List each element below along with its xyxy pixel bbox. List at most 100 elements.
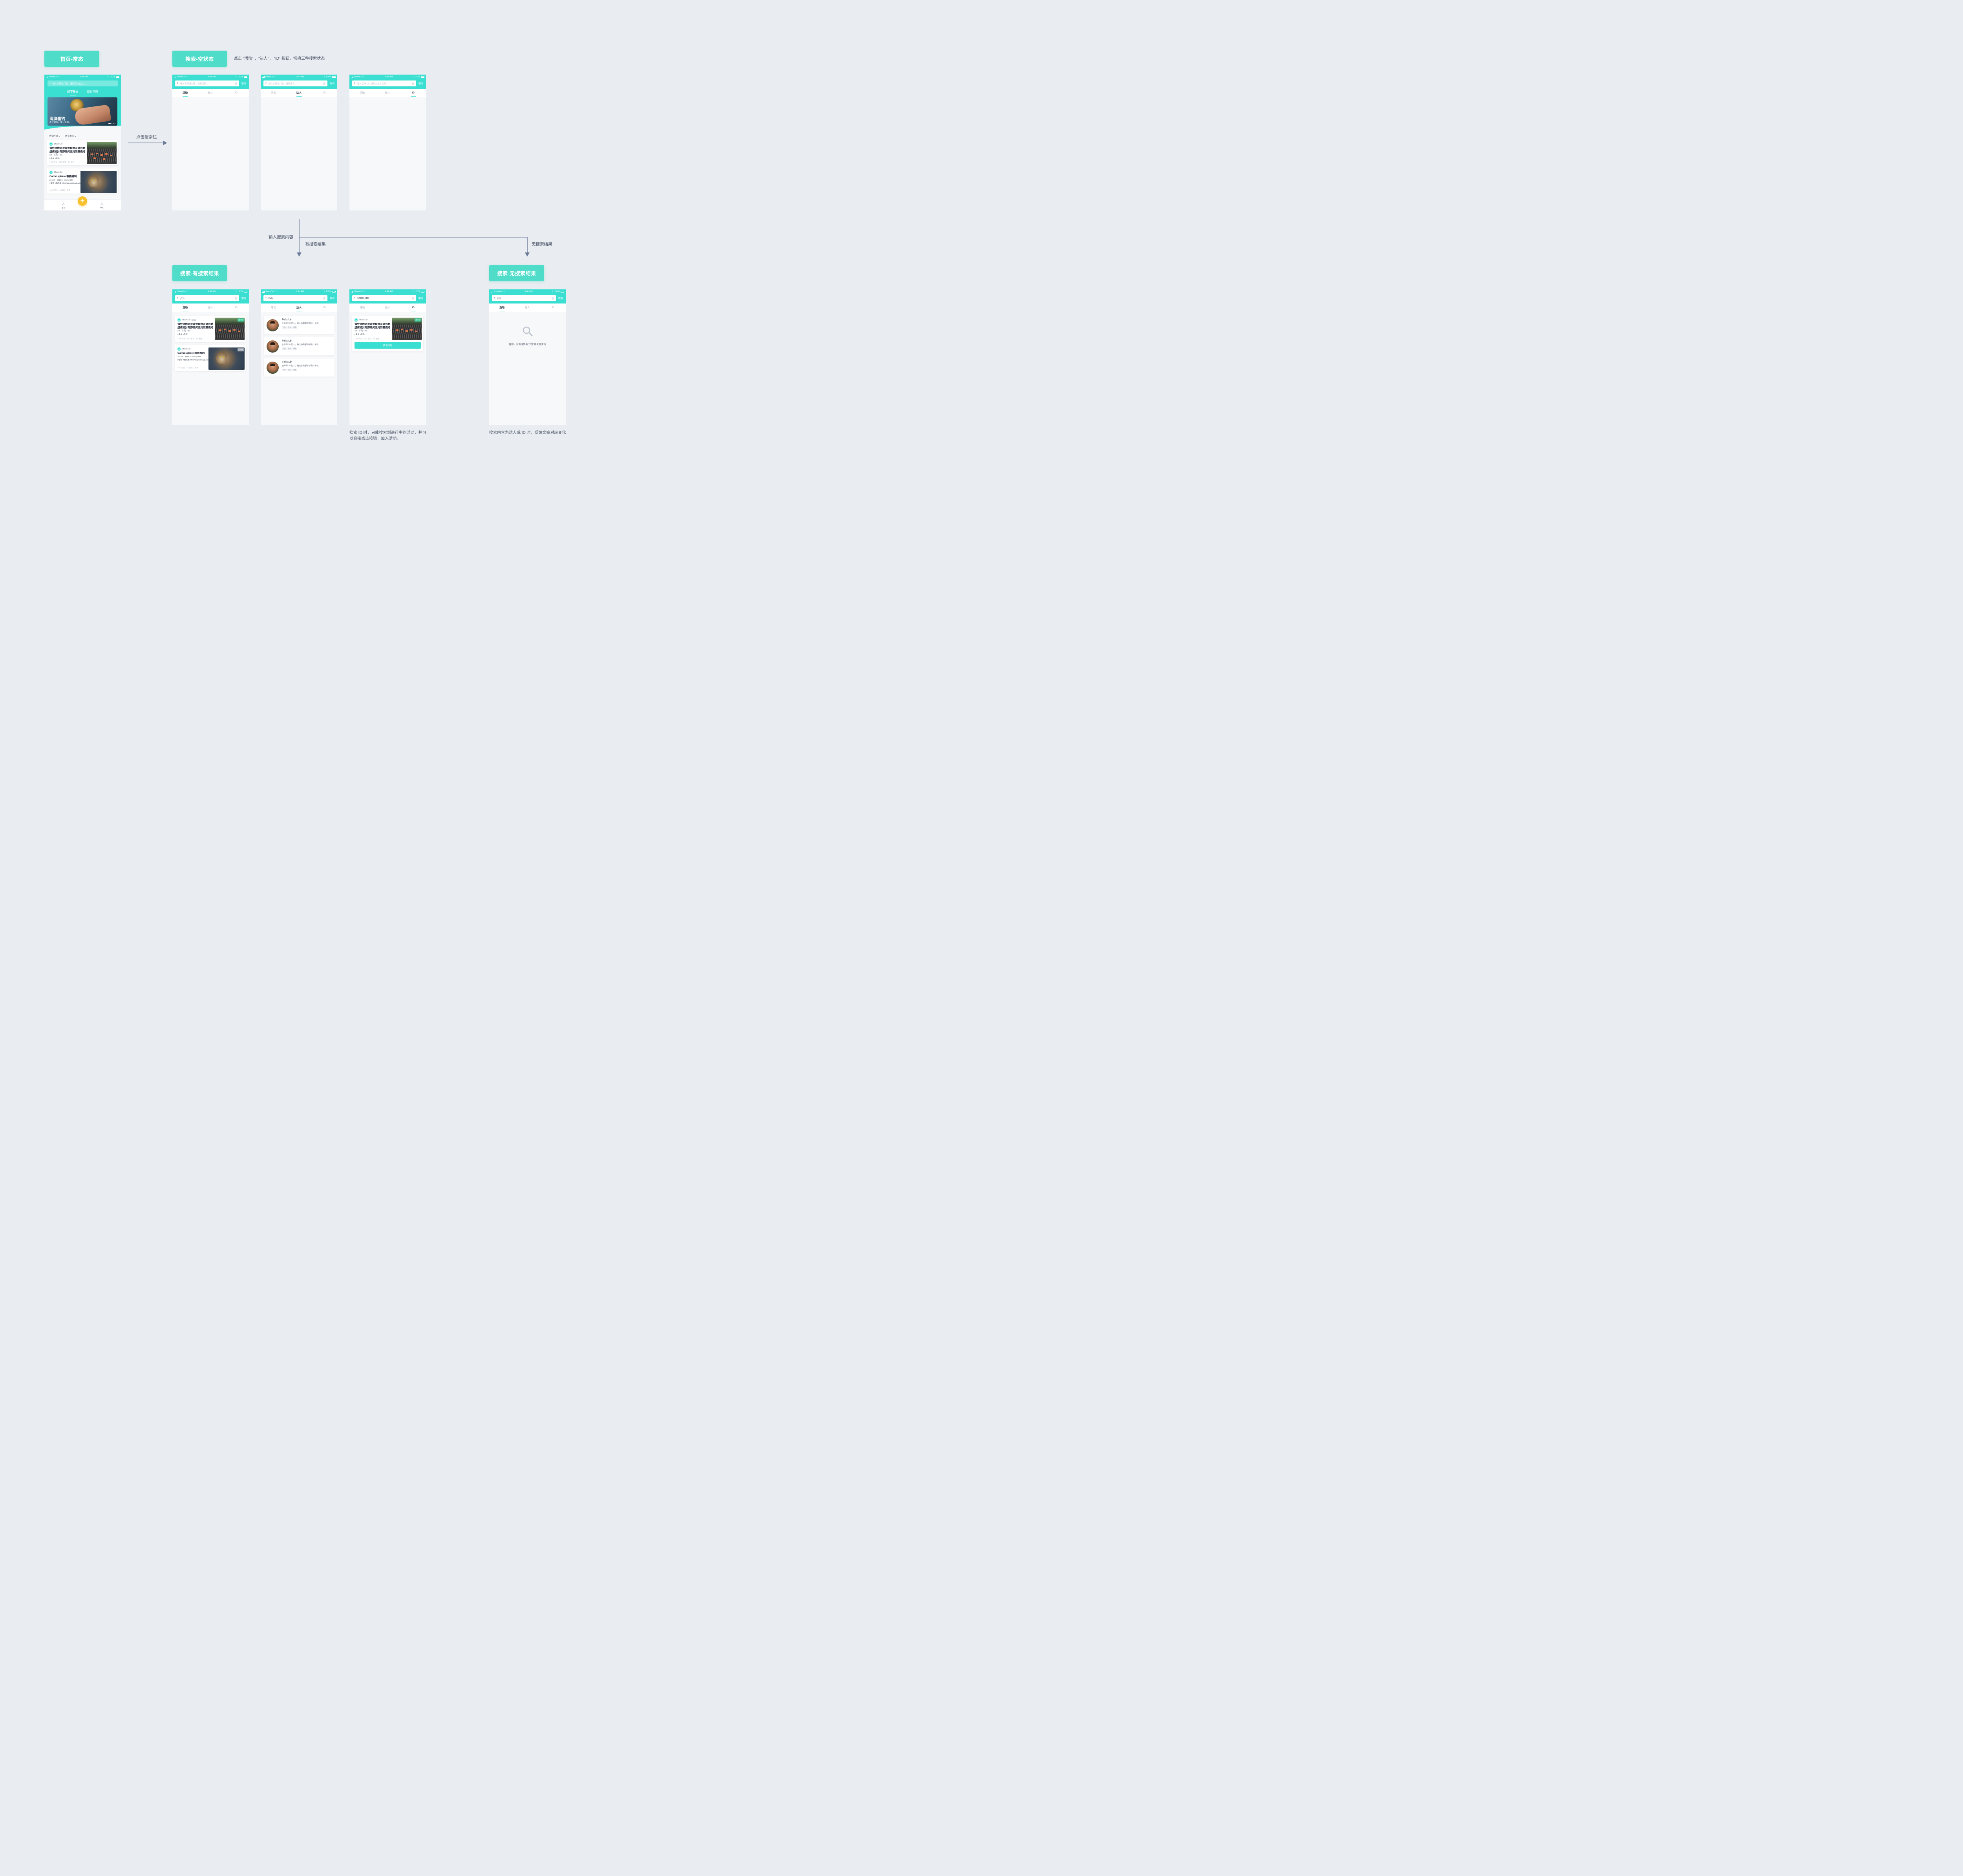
screen-search-empty-id: ShareGo ◠ 9:41 AM ᛒ 100% ⌕ 输入活动 ID，搜索并加入活动...… xyxy=(349,75,426,210)
cancel-button[interactable]: 取消 xyxy=(419,82,423,85)
wifi-icon: ◠ xyxy=(503,291,505,293)
tab-review[interactable]: 精彩回顾 xyxy=(87,90,98,95)
cancel-button[interactable]: 取消 xyxy=(241,296,246,300)
hero-subtitle: 老少咸宜，夏日之选。 xyxy=(49,121,71,124)
person-card[interactable]: Felix Lin 全世界 70 亿人，绝大多数都不够我一半劲。 户外 社交 摄影 xyxy=(264,358,334,377)
status-badge: 进行中 xyxy=(415,318,421,322)
tab-id[interactable]: ID xyxy=(400,89,426,97)
tab-person[interactable]: 达人 xyxy=(286,89,312,97)
search-input[interactable]: ⌕ 输入名称或兴趣，搜索活动... × xyxy=(175,80,239,86)
wifi-icon: ◠ xyxy=(186,76,188,78)
search-tabs: 活动 达人 ID xyxy=(172,304,249,312)
screen-results-id: ShareGo ◠ 9:41 AM ᛒ 100% ⌕ 1298156451 × 取消 活动 达人… xyxy=(349,289,426,425)
tab-id[interactable]: ID xyxy=(312,304,337,312)
search-bar[interactable]: ⌕ 输入名称或兴趣，搜索活动或达人... xyxy=(48,80,118,86)
clear-icon[interactable]: × xyxy=(551,297,554,300)
home-tabs: 时下热点 精彩回顾 xyxy=(44,90,121,95)
status-badge: 进行中 xyxy=(238,318,244,322)
person-card[interactable]: Felix Lin 全世界 70 亿人，绝大多数都不够我一半劲。 户外 社交 摄影 xyxy=(264,337,334,355)
cat-image: 已结束 xyxy=(208,347,245,370)
home-header: ShareGo ◠ 9:41 AM ᛒ 100% ⌕ 输入名称或兴趣，搜索活动或达人… xyxy=(44,75,121,132)
tab-activity[interactable]: 活动 xyxy=(349,304,375,312)
tab-person[interactable]: 达人 xyxy=(198,304,223,312)
tab-person[interactable]: 达人 xyxy=(375,304,400,312)
home-icon: ⌂ xyxy=(62,202,65,207)
add-activity-button[interactable]: + xyxy=(78,196,87,206)
nav-home[interactable]: ⌂ 首页 xyxy=(62,202,65,209)
cancel-button[interactable]: 取消 xyxy=(419,296,423,300)
tab-id[interactable]: ID xyxy=(223,304,249,312)
flow-canvas: 首页-常态 搜索-空状态 搜索-有搜索结果 搜索-无搜索结果 点击 “活动” 、… xyxy=(0,0,616,486)
search-input[interactable]: ⌕ 户外 × xyxy=(175,295,239,301)
tab-activity[interactable]: 活动 xyxy=(172,304,198,312)
tab-id[interactable]: ID xyxy=(223,89,249,97)
card-tags: #美食 #户外 xyxy=(49,157,60,160)
battery-icon xyxy=(116,76,119,78)
join-activity-button[interactable]: 参与活动 xyxy=(355,342,421,349)
user-icon: ♙ xyxy=(100,202,104,207)
person-card[interactable]: Felix Lin 全世界 70 亿人，绝大多数都不够我一半劲。 户外 社交 摄影 xyxy=(264,316,334,334)
clear-icon[interactable]: × xyxy=(323,82,325,85)
bluetooth-icon: ᛒ xyxy=(324,76,325,78)
tab-id[interactable]: ID xyxy=(400,304,426,312)
tab-hot[interactable]: 时下热点 xyxy=(68,90,79,95)
tab-activity[interactable]: 活动 xyxy=(349,89,375,97)
search-input[interactable]: ⌕ 输入名称或兴趣，搜索达人... × xyxy=(263,80,327,86)
tab-person[interactable]: 达人 xyxy=(515,304,540,312)
search-input[interactable]: ⌕ 输入活动 ID，搜索并加入活动... × xyxy=(352,80,416,86)
tab-id[interactable]: ID xyxy=(312,89,337,97)
activity-card[interactable]: GoShareGo 郊野烧烤派对郊野烧烤派对郊野烧烤派对郊野烧烤派对郊野烧烤派对… xyxy=(352,316,423,351)
tab-person[interactable]: 达人 xyxy=(375,89,400,97)
chevron-down-icon: ⌄ xyxy=(74,135,77,137)
tab-id[interactable]: ID xyxy=(540,304,566,312)
screen-results-person: ShareGo ◠ 9:41 AM ᛒ 100% ⌕ Felix × 取消 活动 达人 ID Fe… xyxy=(261,289,337,425)
tab-person[interactable]: 达人 xyxy=(198,89,223,97)
cancel-button[interactable]: 取消 xyxy=(330,82,334,85)
cancel-button[interactable]: 取消 xyxy=(241,82,246,85)
clear-icon[interactable]: × xyxy=(411,82,414,85)
activity-card[interactable]: Go ShareGo Catmosphere 吸猫福利 2018.6 - 2019… xyxy=(175,345,246,371)
search-icon: ⌕ xyxy=(177,82,179,84)
screen-home: ShareGo ◠ 9:41 AM ᛒ 100% ⌕ 输入名称或兴趣，搜索活动或达人… xyxy=(44,75,121,210)
clear-icon[interactable]: × xyxy=(411,297,414,300)
bluetooth-icon: ᛒ xyxy=(235,76,237,78)
bluetooth-icon: ᛒ xyxy=(107,76,109,78)
activity-card[interactable]: Go ShareGo 官方 郊野烧烤派对郊野烧烤派对郊野烧烤派对郊野烧烤派对郊野烧烤… xyxy=(175,316,246,342)
tab-bar: ⌂ 首页 + ♙ 个人 xyxy=(44,196,121,210)
clear-icon[interactable]: × xyxy=(323,297,325,300)
search-input[interactable]: ⌕ 1298156451 × xyxy=(352,295,416,301)
tab-person[interactable]: 达人 xyxy=(286,304,312,312)
cat-image xyxy=(80,170,117,193)
carousel-dots xyxy=(108,123,115,124)
nav-profile[interactable]: ♙ 个人 xyxy=(100,202,104,209)
filter-location[interactable]: 所有地点 ⌄ xyxy=(65,134,76,137)
clear-icon[interactable]: × xyxy=(234,82,237,85)
wifi-icon: ◠ xyxy=(274,76,277,78)
tab-activity[interactable]: 活动 xyxy=(489,304,515,312)
avatar xyxy=(267,362,279,374)
bluetooth-icon: ᛒ xyxy=(235,291,237,293)
bbq-image: 进行中 xyxy=(392,318,422,340)
search-input[interactable]: ⌕ Felix × xyxy=(263,295,327,301)
cancel-button[interactable]: 取消 xyxy=(558,296,563,300)
tab-activity[interactable]: 活动 xyxy=(261,89,286,97)
flow-label-has-results: 有搜索结果 xyxy=(305,242,326,247)
card-stats: 1.4k 浏览 · 233 喜欢 · 66 报名 xyxy=(355,338,380,340)
screen-search-empty-activity: ShareGo ◠ 9:41 AM ᛒ 100% ⌕ 输入名称或兴趣，搜索活动... × 取消… xyxy=(172,75,249,210)
card-tags: #美食 #户外 xyxy=(355,333,365,336)
filter-time[interactable]: 所有时间 ⌄ xyxy=(49,134,60,137)
tab-activity[interactable]: 活动 xyxy=(261,304,286,312)
note-no-result: 搜索内容为达人或 ID 时，反馈文案对应变化 xyxy=(489,431,566,435)
wifi-icon: ◠ xyxy=(58,76,60,78)
hero-banner[interactable]: 海滨垂钓 老少咸宜，夏日之选。 xyxy=(48,97,117,126)
clear-icon[interactable]: × xyxy=(234,297,237,300)
header-wave xyxy=(44,126,121,132)
cancel-button[interactable]: 取消 xyxy=(330,296,334,300)
search-input[interactable]: ⌕ 户外 × xyxy=(492,295,556,301)
activity-card[interactable]: Go ShareGo Catmosphere 吸猫福利 2018.6 - 2019… xyxy=(47,168,118,194)
flow-label-input: 输入搜索内容 xyxy=(269,235,293,240)
search-tabs: 活动 达人 ID xyxy=(261,89,337,97)
activity-card[interactable]: GoShareGo 郊野烧烤派对郊野烧烤派对郊野烧烤派对郊野烧烤派对郊野烧烤派对… xyxy=(47,140,118,165)
tab-activity[interactable]: 活动 xyxy=(172,89,198,97)
sharego-logo-icon: Go xyxy=(177,318,181,322)
